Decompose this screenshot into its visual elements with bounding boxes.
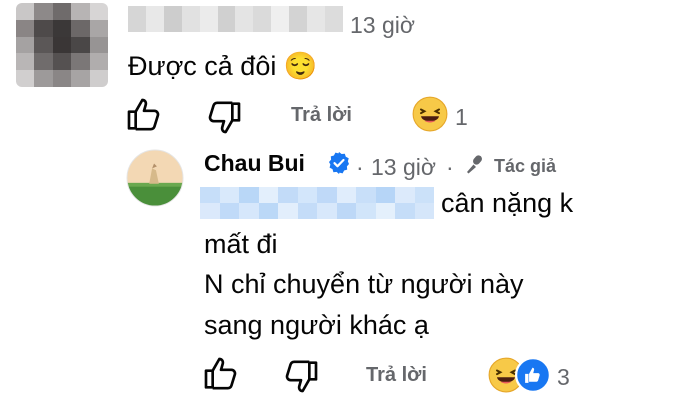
reply-button[interactable]: Trả lời [366,364,427,387]
thumb-down-outline-icon[interactable] [204,97,244,137]
verified-badge-icon [329,152,349,174]
meta-separator: · [446,154,454,180]
comment-time[interactable]: 13 giờ [350,12,415,39]
author-role: Tác giả [494,156,557,176]
reply-time[interactable]: 13 giờ [371,154,436,181]
thumb-up-outline-icon[interactable] [201,354,241,394]
mention-blurred[interactable] [200,187,434,219]
reaction-count[interactable]: 1 [455,104,468,131]
commenter-avatar-blurred[interactable] [16,3,108,87]
reply-line-1: cân nặng k [441,188,574,218]
meta-separator: · [356,154,364,180]
thumb-up-outline-icon[interactable] [124,95,164,135]
reaction-count[interactable]: 3 [557,364,570,391]
commenter-name-blurred[interactable] [128,6,343,32]
author-avatar[interactable] [126,149,184,207]
haha-emoji-icon[interactable] [412,96,448,132]
reply-line-2: mất đi [204,229,278,259]
reply-line-4: sang người khác ạ [204,310,429,340]
comment-text: Được cả đôi 😌 [128,51,318,81]
microphone-icon [467,155,482,174]
reply-line-3: N chỉ chuyển từ người này [204,269,524,299]
reply-button[interactable]: Trả lời [291,104,352,127]
thumb-down-outline-icon[interactable] [281,356,321,396]
author-name[interactable]: Chau Bui [204,150,305,177]
like-reaction-icon[interactable] [515,357,551,393]
